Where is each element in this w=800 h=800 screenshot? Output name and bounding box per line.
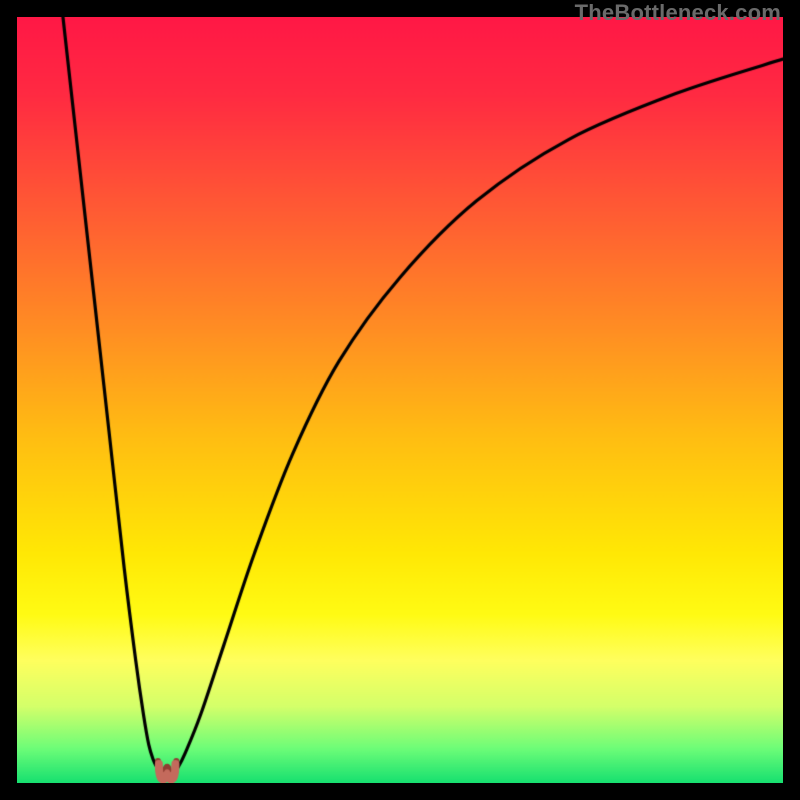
watermark-text: TheBottleneck.com [575, 0, 781, 26]
chart-frame [17, 17, 783, 783]
bottleneck-chart-canvas [17, 17, 783, 783]
